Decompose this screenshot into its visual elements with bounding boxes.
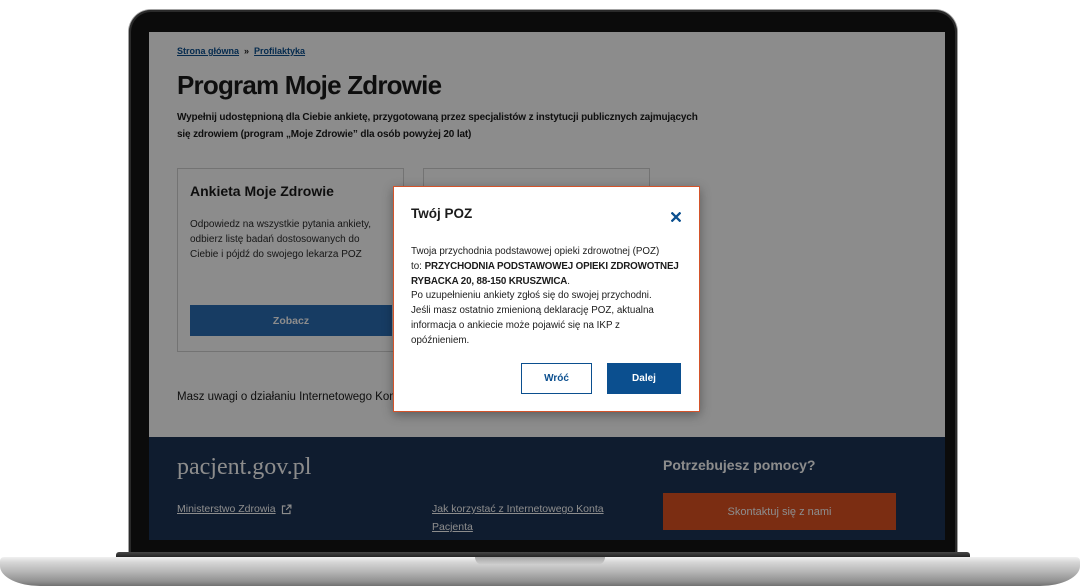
laptop-lid: Strona główna» Profilaktyka Program Moje … [129,10,957,558]
modal-body-line: to: PRZYCHODNIA PODSTAWOWEJ OPIEKI ZDROW… [411,260,679,275]
laptop-base [0,557,1080,586]
modal-body-line: Jeśli masz ostatnio zmienioną deklarację… [411,305,654,317]
laptop-base-notch [475,557,605,565]
clinic-address: RYBACKA 20, 88-150 KRUSZWICA [411,275,568,287]
modal-body-line: informacja o ankiecie może pojawić się n… [411,319,620,331]
next-button[interactable]: Dalej [607,363,681,394]
back-button[interactable]: Wróć [521,363,592,394]
clinic-prefix: to: [411,260,422,272]
clinic-period: . [567,275,570,287]
close-icon[interactable] [670,209,682,223]
modal-body-line: RYBACKA 20, 88-150 KRUSZWICA. [411,275,679,290]
laptop-screen: Strona główna» Profilaktyka Program Moje … [149,32,945,540]
modal-body-line: opóźnieniem. [411,334,470,346]
clinic-name: PRZYCHODNIA PODSTAWOWEJ OPIEKI ZDROWOTNE… [424,260,679,272]
poz-modal: Twój POZ Twoja przychodnia podstawowej o… [393,186,700,412]
modal-body: Twoja przychodnia podstawowej opieki zdr… [411,245,679,349]
modal-body-line: Twoja przychodnia podstawowej opieki zdr… [411,246,660,257]
modal-title: Twój POZ [411,206,473,221]
modal-body-line: Po uzupełnieniu ankiety zgłoś się do swo… [411,290,652,302]
